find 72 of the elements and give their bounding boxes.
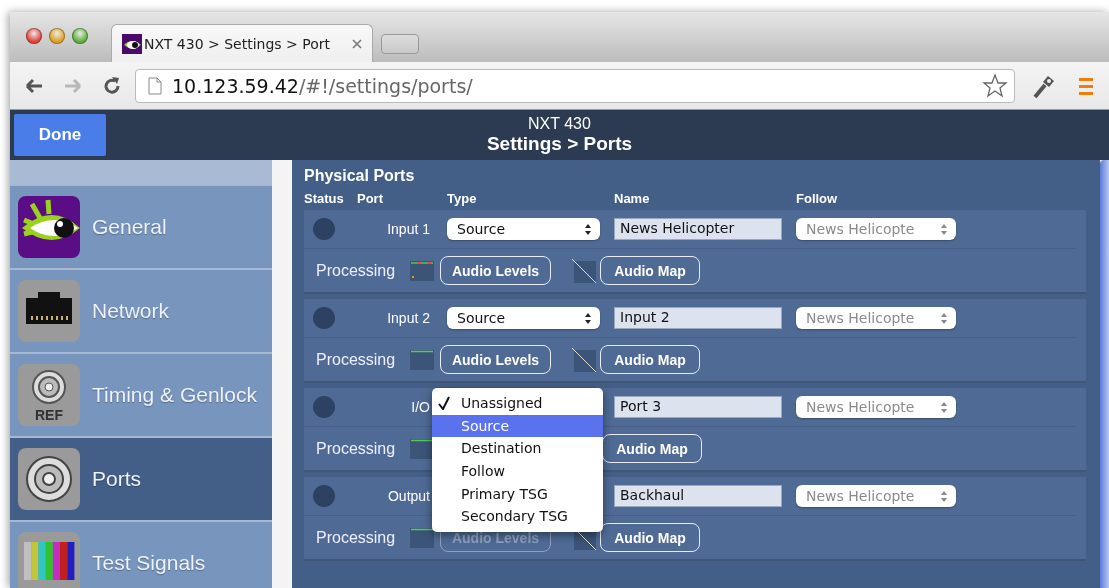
updown-arrows-icon — [940, 489, 948, 503]
page-icon — [148, 76, 162, 95]
browser-tab[interactable]: NXT 430 > Settings > Port — [111, 24, 373, 62]
coax-connector-icon — [29, 367, 69, 407]
coax-connector-icon — [18, 448, 80, 510]
sidebar-item[interactable]: Test Signals — [10, 522, 272, 588]
processing-label: Processing — [315, 261, 397, 280]
color-bars-icon — [18, 532, 80, 588]
device-name: NXT 430 — [527, 115, 592, 133]
star-icon[interactable] — [982, 72, 1008, 99]
audio-levels-button[interactable]: Audio Levels — [440, 256, 551, 285]
column-header: Follow — [796, 191, 838, 206]
scrollbar[interactable] — [1100, 160, 1109, 588]
eye-icon — [122, 33, 142, 54]
name-field[interactable]: Port 3 — [614, 396, 782, 418]
updown-arrows-icon — [940, 222, 948, 236]
audio-map-button[interactable]: Audio Map — [600, 345, 700, 374]
diagonal-line-icon — [572, 347, 596, 372]
reload-icon[interactable] — [102, 75, 122, 96]
status-indicator — [313, 485, 335, 507]
audio-map-button[interactable]: Audio Map — [600, 523, 700, 552]
icon-label: REF — [35, 407, 63, 423]
column-header: Port — [357, 191, 384, 206]
eye-icon — [18, 196, 80, 258]
menu-item[interactable]: Unassigned — [432, 392, 603, 415]
port-label: Input 1 — [386, 221, 431, 237]
ethernet-port-icon — [18, 280, 80, 342]
menu-item[interactable]: Primary TSG — [432, 482, 603, 505]
port-label: Output — [386, 488, 431, 504]
updown-arrows-icon — [940, 400, 948, 414]
close-window-button[interactable] — [26, 28, 42, 44]
updown-arrows-icon — [584, 311, 592, 325]
processing-label: Processing — [315, 439, 397, 458]
processing-label: Processing — [315, 528, 397, 547]
address-bar[interactable]: 10.123.59.42/#!/settings/ports/ — [135, 68, 1015, 103]
status-indicator — [313, 307, 335, 329]
updown-arrows-icon — [940, 311, 948, 325]
menu-icon[interactable] — [1079, 75, 1093, 96]
name-field[interactable]: Input 2 — [614, 307, 782, 329]
check-icon — [438, 396, 450, 411]
column-header: Name — [614, 191, 651, 206]
name-field[interactable]: News Helicopter — [614, 218, 782, 240]
type-select[interactable]: Source — [447, 218, 600, 240]
status-indicator — [313, 396, 335, 418]
new-tab-button[interactable] — [381, 34, 419, 54]
url-text: 10.123.59.42/#!/settings/ports/ — [172, 74, 474, 97]
page-title: Settings > Ports — [485, 133, 634, 155]
tab-title: NXT 430 > Settings > Port — [144, 35, 331, 52]
sidebar-item[interactable]: General — [10, 186, 272, 270]
status-indicator — [313, 218, 335, 240]
port-label: I/O — [410, 399, 431, 415]
menu-item[interactable]: Follow — [432, 459, 603, 483]
name-field[interactable]: Backhaul — [614, 485, 782, 507]
audio-map-button[interactable]: Audio Map — [602, 434, 702, 463]
updown-arrows-icon — [584, 222, 592, 236]
diagonal-line-icon — [572, 258, 596, 283]
audio-map-button[interactable]: Audio Map — [600, 256, 700, 285]
close-icon[interactable] — [352, 38, 362, 49]
sidebar-item[interactable]: Network — [10, 270, 272, 354]
processing-label: Processing — [315, 350, 397, 369]
type-select[interactable]: Source — [447, 307, 600, 329]
port-label: Input 2 — [386, 310, 431, 326]
column-header: Type — [447, 191, 478, 206]
menu-item[interactable]: Destination — [432, 437, 603, 460]
menu-item[interactable]: Source — [432, 414, 603, 438]
minimize-window-button[interactable] — [49, 28, 65, 44]
zoom-window-button[interactable] — [72, 28, 88, 44]
audio-levels-button[interactable]: Audio Levels — [440, 345, 551, 374]
section-title: Physical Ports — [304, 167, 416, 186]
sidebar-item[interactable]: Ports — [10, 438, 272, 522]
column-header: Status — [304, 191, 345, 206]
done-button[interactable]: Done — [14, 114, 106, 156]
